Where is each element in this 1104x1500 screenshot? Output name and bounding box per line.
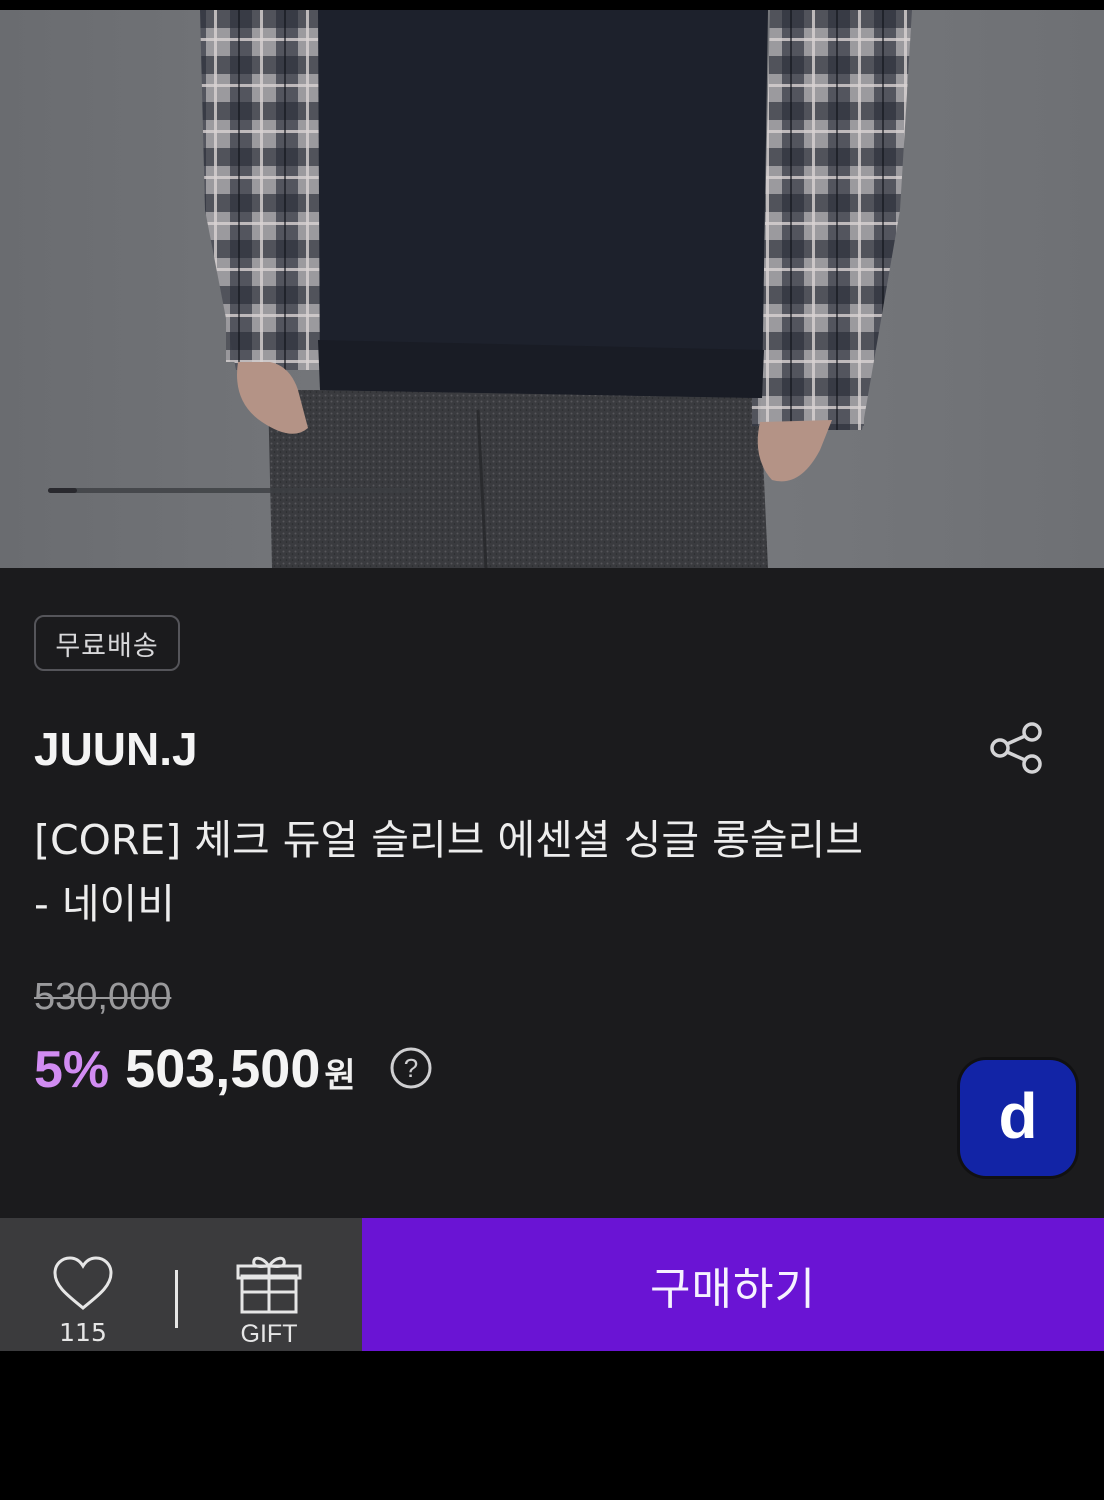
d-logo-icon: d (998, 1088, 1037, 1148)
product-photo (0, 10, 1104, 568)
gallery-scroll-thumb[interactable] (48, 488, 77, 493)
secondary-actions: 115 GIFT (0, 1218, 362, 1351)
bottom-action-bar: 115 GIFT 구매하기 (0, 1218, 1104, 1351)
free-shipping-badge: 무료배송 (34, 615, 180, 671)
divider (175, 1270, 178, 1328)
price-help-button[interactable]: ? (389, 1046, 433, 1090)
floating-d-button[interactable]: d (960, 1060, 1076, 1176)
like-count: 115 (59, 1318, 107, 1347)
currency-unit: 원 (324, 1056, 356, 1096)
help-icon: ? (390, 1047, 432, 1089)
product-info: 무료배송 JUUN.J [CORE] 체크 듀얼 슬리브 에센셜 싱글 롱슬리브… (0, 568, 1104, 1218)
product-image[interactable] (0, 10, 1104, 568)
gift-icon (236, 1256, 302, 1314)
gallery-scrollbar[interactable] (48, 488, 411, 493)
heart-icon (53, 1256, 113, 1310)
gift-button[interactable]: GIFT (226, 1254, 312, 1348)
brand-name[interactable]: JUUN.J (34, 722, 198, 776)
like-button[interactable]: 115 (48, 1254, 118, 1347)
discount-rate: 5% (34, 1041, 110, 1099)
price-row: 5% 503,500 원 (34, 1038, 356, 1100)
buy-button[interactable]: 구매하기 (362, 1218, 1104, 1351)
d-logo-label: d (998, 1088, 1037, 1148)
gift-label: GIFT (240, 1320, 298, 1348)
product-title: [CORE] 체크 듀얼 슬리브 에센셜 싱글 롱슬리브 - 네이비 (34, 816, 863, 928)
sale-price: 503,500 (125, 1039, 321, 1099)
help-symbol: ? (404, 1053, 418, 1083)
original-price: 530,000 (34, 976, 172, 1018)
share-icon (990, 722, 1042, 774)
share-button[interactable] (986, 718, 1046, 778)
